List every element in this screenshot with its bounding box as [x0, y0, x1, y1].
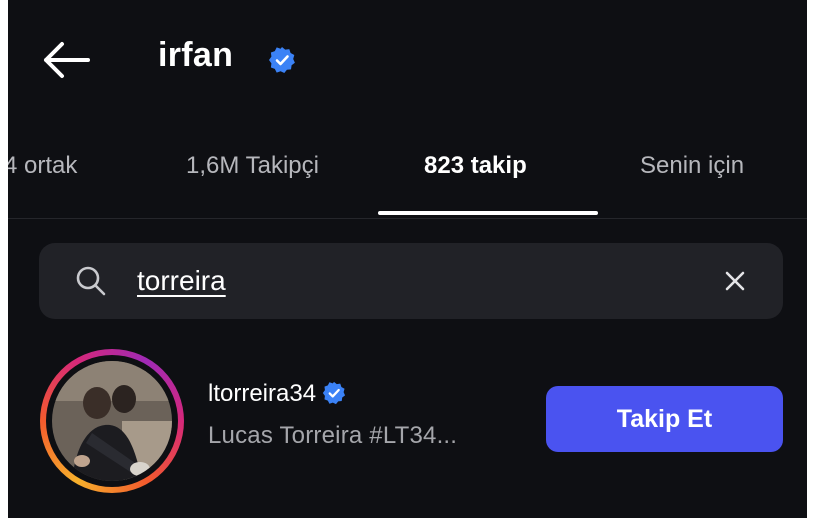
avatar-photo	[52, 361, 172, 481]
follow-tabs: 4 ortak 1,6M Takipçi 823 takip Senin içi…	[8, 140, 807, 220]
close-icon[interactable]	[721, 267, 749, 295]
active-tab-indicator	[378, 211, 598, 215]
tabs-divider	[8, 218, 807, 219]
result-full-name: Lucas Torreira #LT34...	[208, 422, 458, 449]
story-ring[interactable]	[40, 349, 184, 493]
follow-button[interactable]: Takip Et	[546, 386, 783, 452]
verified-badge-icon	[322, 381, 346, 404]
tab-mutual[interactable]: 4 ortak	[8, 152, 77, 180]
arrow-left-icon	[44, 42, 90, 78]
tab-following[interactable]: 823 takip	[424, 152, 527, 180]
search-bar[interactable]	[39, 243, 783, 319]
app-screen: irfan 4 ortak 1,6M Takipçi 823 takip Sen…	[8, 0, 807, 518]
search-input[interactable]	[137, 261, 697, 301]
avatar	[52, 361, 172, 481]
tab-followers[interactable]: 1,6M Takipçi	[186, 152, 319, 180]
result-handle-row: ltorreira34	[208, 380, 346, 408]
search-result-row[interactable]: ltorreira34 Lucas Torreira #LT34... Taki…	[8, 340, 807, 493]
search-icon	[76, 266, 106, 296]
result-handle: ltorreira34	[208, 380, 317, 407]
profile-username: irfan	[158, 36, 234, 74]
verified-badge-icon	[269, 47, 295, 73]
tab-for-you[interactable]: Senin için	[640, 152, 744, 180]
back-button[interactable]	[40, 38, 92, 82]
